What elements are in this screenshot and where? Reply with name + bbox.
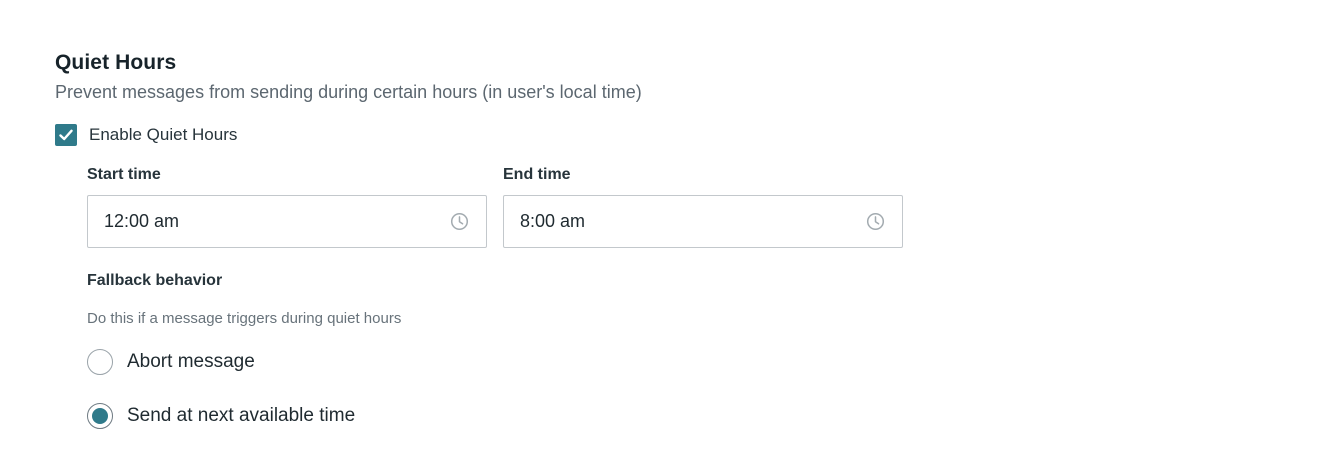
abort-message-option[interactable]: Abort message: [87, 349, 255, 375]
start-time-value[interactable]: 12:00 am: [104, 211, 179, 232]
section-title: Quiet Hours: [55, 51, 177, 74]
send-next-available-radio[interactable]: [87, 403, 113, 429]
end-time-label: End time: [503, 166, 571, 183]
clock-icon[interactable]: [450, 212, 469, 231]
abort-message-label[interactable]: Abort message: [127, 351, 255, 373]
enable-quiet-hours-label[interactable]: Enable Quiet Hours: [89, 125, 237, 145]
section-subtitle: Prevent messages from sending during cer…: [55, 82, 642, 102]
quiet-hours-section: Quiet Hours Prevent messages from sendin…: [55, 0, 1255, 474]
start-time-label: Start time: [87, 166, 161, 183]
abort-message-radio[interactable]: [87, 349, 113, 375]
enable-quiet-hours-row[interactable]: Enable Quiet Hours: [55, 123, 237, 146]
fallback-behavior-description: Do this if a message triggers during qui…: [87, 310, 402, 327]
fallback-behavior-title: Fallback behavior: [87, 272, 223, 289]
start-time-input[interactable]: 12:00 am: [87, 195, 487, 248]
check-icon: [59, 129, 73, 140]
enable-quiet-hours-checkbox[interactable]: [55, 123, 77, 146]
send-next-available-label[interactable]: Send at next available time: [127, 405, 355, 427]
clock-icon[interactable]: [866, 212, 885, 231]
send-next-available-option[interactable]: Send at next available time: [87, 403, 355, 429]
radio-selected-dot: [92, 408, 108, 424]
end-time-input[interactable]: 8:00 am: [503, 195, 903, 248]
end-time-value[interactable]: 8:00 am: [520, 211, 585, 232]
